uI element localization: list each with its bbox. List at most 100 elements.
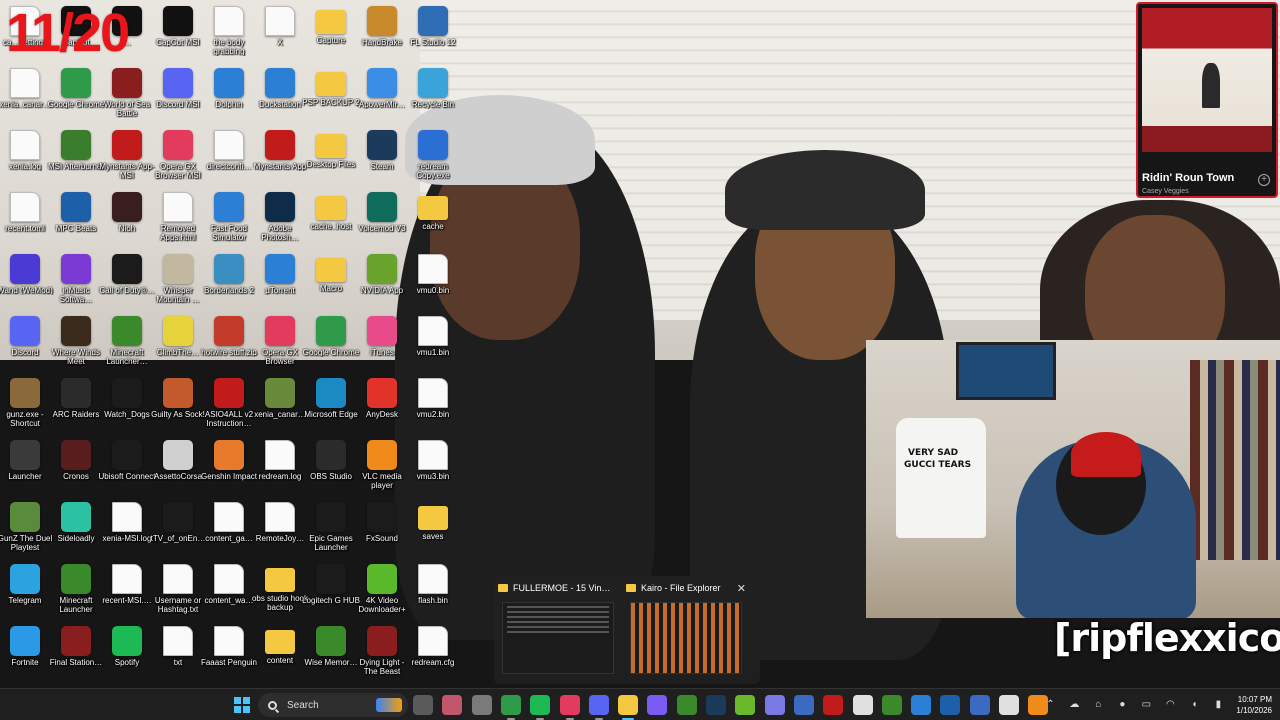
desktop-icon[interactable]: AnyDesk	[356, 378, 408, 440]
desktop-icon[interactable]: saves	[407, 502, 459, 564]
desktop-icon[interactable]: Opera GX Browser	[254, 316, 306, 378]
desktop-icon[interactable]: the body grabbing	[203, 6, 255, 68]
desktop-icon[interactable]: Guilty As Sock!	[151, 378, 205, 440]
close-icon[interactable]: ✕	[737, 582, 746, 595]
desktop-icon[interactable]: CapCut MSI	[152, 6, 204, 68]
desktop-icon[interactable]: Minecraft Launcher	[50, 564, 102, 626]
desktop-icon[interactable]: xenia.log	[0, 130, 51, 192]
desktop-icon[interactable]: xenia_canar…	[0, 68, 51, 130]
desktop-icon[interactable]: MPC Beats	[50, 192, 102, 254]
steam-icon[interactable]	[706, 695, 726, 715]
capcut-msi-icon[interactable]	[999, 695, 1019, 715]
desktop-icon[interactable]: Discord MSI	[152, 68, 204, 130]
xenia-icon[interactable]	[735, 695, 756, 715]
gamepad-icon[interactable]	[764, 695, 785, 715]
desktop-icon[interactable]: Voicemod V3	[356, 192, 408, 254]
mynstants-icon[interactable]	[823, 695, 844, 715]
wifi-icon[interactable]: ◠	[1163, 699, 1177, 711]
desktop-icon[interactable]: Fortnite	[0, 626, 51, 688]
desktop-icon[interactable]: Macro	[305, 254, 357, 316]
desktop-icon[interactable]: directconfi…	[203, 130, 255, 192]
desktop-icon[interactable]: HandBrake	[356, 6, 408, 68]
desktop-icon[interactable]: gunz.exe - Shortcut	[0, 378, 51, 440]
desktop-icon[interactable]: Removed Apps.html	[152, 192, 204, 254]
desktop-icon[interactable]: 4K Video Downloader+	[356, 564, 408, 626]
desktop-icon[interactable]: hotwire stuff.zip	[201, 316, 257, 378]
desktop-icon[interactable]: Cronos	[50, 440, 102, 502]
desktop-icon[interactable]: Faaast Penguin	[201, 626, 257, 688]
desktop-icon[interactable]: Google Chrome	[303, 316, 359, 378]
window-preview-fullermoe[interactable]: FULLERMOE - 15 Vin…	[498, 580, 620, 680]
window-preview-kairo[interactable]: Kairo - File Explorer ✕	[626, 580, 748, 680]
chrome-icon[interactable]	[500, 695, 521, 720]
desktop-icon[interactable]: Minecraft Launcher…	[101, 316, 153, 378]
desktop-icon[interactable]: inMusic Softwa…	[50, 254, 102, 316]
desktop-icon[interactable]: Final Station…	[50, 626, 102, 688]
desktop-icon[interactable]: recent-MSI.…	[101, 564, 153, 626]
desktop-icon[interactable]: redream.cfg	[407, 626, 459, 688]
discord-icon[interactable]	[588, 695, 609, 720]
battery-icon[interactable]: ▮	[1211, 699, 1225, 711]
desktop-icon[interactable]: Capture	[305, 6, 357, 68]
desktop-icon[interactable]: Telegram	[0, 564, 51, 626]
desktop-icon[interactable]: txt	[152, 626, 204, 688]
taskbar-clock[interactable]: 10:07 PM 1/10/2026	[1236, 694, 1272, 716]
desktop-icon[interactable]: Nioh	[101, 192, 153, 254]
desktop-icon[interactable]: recent.toml	[0, 192, 51, 254]
desktop-icon[interactable]: cache_host	[305, 192, 357, 254]
desktop-icon[interactable]: World of Sea Battle	[101, 68, 153, 130]
desktop-icon[interactable]: ClimbThe…	[152, 316, 204, 378]
dolphin-icon[interactable]	[911, 695, 932, 715]
desktop-icon[interactable]: Launcher	[0, 440, 51, 502]
desktop-icon[interactable]: Opera GX Browser MSI	[152, 130, 204, 192]
desktop-icon[interactable]: Logitech G HUB	[302, 564, 360, 626]
opera-gx-icon[interactable]	[559, 695, 580, 720]
desktop-icon[interactable]: Whisper Mountain …	[152, 254, 204, 316]
desktop-icon[interactable]: ASIO4ALL v2 Instruction…	[203, 378, 255, 440]
chevron-up-icon[interactable]: ⌃	[1043, 699, 1057, 711]
discord-msi-icon[interactable]	[647, 695, 668, 715]
vpn-icon[interactable]	[793, 695, 814, 715]
volume-icon[interactable]: ◖	[1187, 699, 1201, 711]
capcut-icon[interactable]	[852, 695, 873, 715]
desktop-icon[interactable]: Spotify	[101, 626, 153, 688]
microphone-icon[interactable]: ●	[1115, 699, 1129, 711]
desktop-icon[interactable]: xenia-MSI.log	[101, 502, 153, 564]
desktop-icon[interactable]: vmu0.bin	[407, 254, 459, 316]
desktop-icon[interactable]: Call of Duty®…	[99, 254, 155, 316]
file-explorer-icon[interactable]	[618, 695, 639, 720]
desktop-icon[interactable]: VLC media player	[356, 440, 408, 502]
task-view-icon[interactable]	[413, 695, 433, 715]
calculator-icon[interactable]	[969, 695, 990, 715]
desktop-icon[interactable]: AssettoCorsa	[152, 440, 204, 502]
desktop-icon[interactable]: FxSound	[356, 502, 408, 564]
desktop-icon[interactable]: OBS Studio	[305, 440, 357, 502]
desktop-icon[interactable]: obs studio hook backup	[252, 564, 308, 626]
desktop-icon[interactable]: Where Winds Meet	[50, 316, 102, 378]
desktop-icon[interactable]: vmu1.bin	[407, 316, 459, 378]
desktop-icon[interactable]: vmu2.bin	[407, 378, 459, 440]
minecraft-icon[interactable]	[881, 695, 902, 715]
desktop-icon[interactable]: tTV_of_onEn…	[151, 502, 205, 564]
desktop-icon[interactable]: Steam	[356, 130, 408, 192]
desktop-icon[interactable]: Google Chrome	[48, 68, 104, 130]
desktop-icon[interactable]: Microsoft Edge	[304, 378, 358, 440]
desktop-icon[interactable]: Borderlands 2	[203, 254, 255, 316]
desktop-icon[interactable]: redream.log	[254, 440, 306, 502]
desktop-icon[interactable]: content_ga…	[203, 502, 255, 564]
desktop-icon[interactable]: Fast Food Simulator	[203, 192, 255, 254]
add-song-icon[interactable]: +	[1258, 174, 1270, 186]
display-icon[interactable]: ▭	[1139, 699, 1153, 711]
desktop-icon[interactable]: Sideloadly	[50, 502, 102, 564]
desktop-icon[interactable]: GunZ The Duel Playtest	[0, 502, 52, 564]
gaming-app-icon[interactable]	[442, 695, 463, 715]
desktop-icon[interactable]: MSI Afterburner	[48, 130, 104, 192]
desktop-icon[interactable]: Wand (WeMod)	[0, 254, 53, 316]
desktop-icon[interactable]: Mynstants App-MSI	[99, 130, 155, 192]
desktop-icon[interactable]: PSP BACKUP 2	[302, 68, 360, 130]
start-button[interactable]	[234, 697, 250, 713]
desktop-icon[interactable]: Watch_Dogs	[101, 378, 153, 440]
desktop-icon[interactable]: content	[254, 626, 306, 688]
desktop-icon[interactable]: cache	[407, 192, 459, 254]
desktop-icon[interactable]: Dying Light - The Beast	[356, 626, 408, 688]
